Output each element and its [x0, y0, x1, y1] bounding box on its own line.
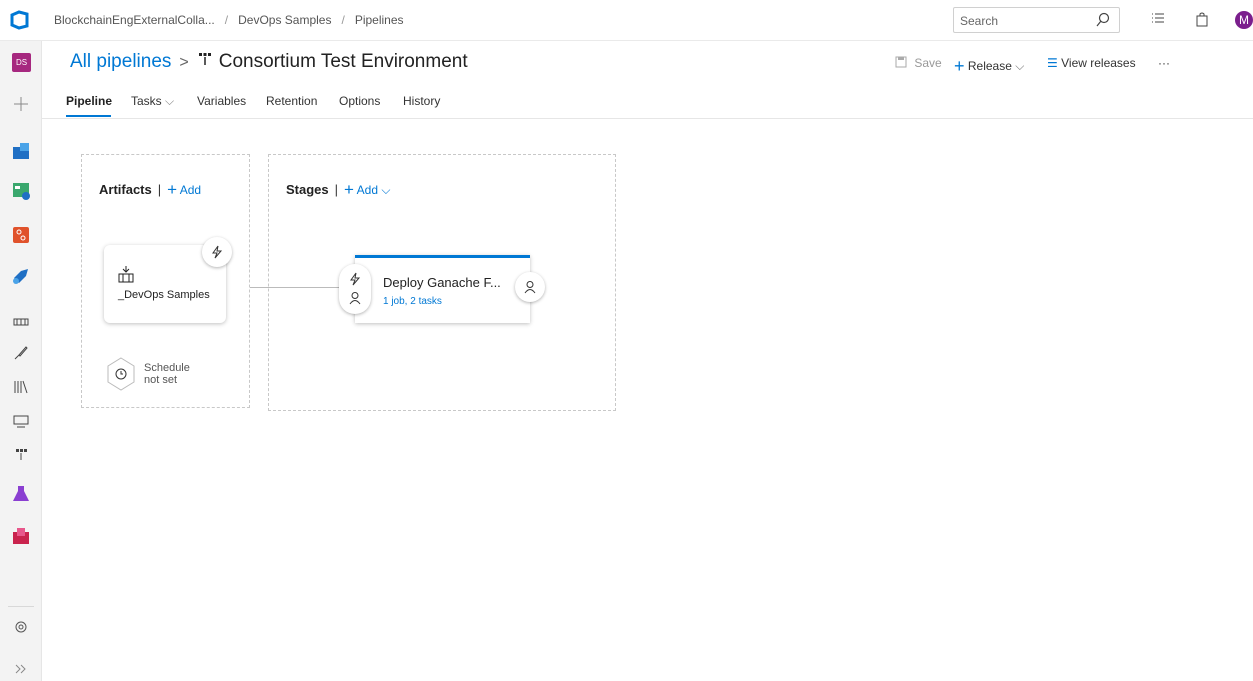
breadcrumb-pipelines[interactable]: Pipelines — [355, 13, 404, 27]
all-pipelines-link[interactable]: All pipelines — [70, 51, 171, 72]
avatar[interactable]: M — [1235, 11, 1253, 29]
overview-icon[interactable] — [11, 141, 31, 161]
save-button[interactable]: Save — [895, 56, 942, 70]
expand-icon[interactable] — [11, 659, 31, 679]
plus-icon: + — [954, 56, 965, 76]
settings-icon[interactable] — [11, 617, 31, 637]
page-title: All pipelines > Consortium Test Environme… — [70, 51, 468, 73]
more-actions-button[interactable]: ··· — [1158, 56, 1170, 70]
tab-variables[interactable]: Variables — [197, 94, 246, 108]
add-stage-label: Add — [356, 183, 378, 197]
build-artifact-icon — [118, 266, 134, 283]
add-icon[interactable] — [11, 94, 31, 114]
search-icon[interactable] — [1095, 12, 1111, 28]
tab-pipeline[interactable]: Pipeline — [66, 94, 112, 108]
deployment-groups-icon[interactable] — [11, 411, 31, 431]
schedule-label: Schedule not set — [144, 362, 190, 386]
release-button[interactable]: + Release ⌵ — [954, 56, 1024, 77]
pipelines-icon[interactable] — [11, 266, 31, 286]
plus-icon: + — [167, 180, 178, 199]
test-plans-icon[interactable] — [11, 484, 31, 504]
schedule-line1: Schedule — [144, 362, 190, 374]
chevron-down-icon: ⌵ — [1015, 59, 1025, 73]
tab-tasks-label: Tasks — [131, 94, 162, 108]
person-icon — [349, 292, 361, 305]
pre-deployment-conditions-button[interactable] — [339, 264, 371, 314]
save-icon — [895, 56, 907, 68]
artifacts-icon[interactable] — [11, 526, 31, 546]
releases-icon[interactable] — [11, 343, 31, 363]
builds-icon[interactable] — [11, 309, 31, 329]
notifications-list-icon[interactable] — [1150, 11, 1166, 27]
pipeline-name: Consortium Test Environment — [218, 51, 468, 72]
azure-devops-logo-icon[interactable] — [10, 10, 30, 30]
add-artifact-label: Add — [179, 183, 202, 197]
artifacts-title: Artifacts — [99, 182, 152, 197]
add-stage-button[interactable]: + Add ⌵ — [344, 180, 391, 199]
search-placeholder: Search — [960, 14, 999, 28]
schedule-line2: not set — [144, 374, 178, 386]
active-tab-indicator — [66, 115, 111, 117]
tab-retention[interactable]: Retention — [266, 94, 317, 108]
lightning-icon — [212, 245, 223, 259]
continuous-deployment-trigger-button[interactable] — [202, 237, 232, 267]
stage-job-summary[interactable]: 1 job, 2 tasks — [383, 296, 442, 307]
post-deployment-conditions-button[interactable] — [515, 272, 545, 302]
repos-icon[interactable] — [11, 225, 31, 245]
view-releases-label: View releases — [1061, 56, 1136, 70]
project-badge[interactable]: DS — [12, 53, 31, 72]
shopping-bag-icon[interactable] — [1194, 11, 1210, 27]
tab-history[interactable]: History — [403, 94, 440, 108]
save-label: Save — [914, 56, 942, 70]
chevron-down-icon: ⌵ — [381, 183, 391, 197]
artifacts-header: Artifacts | + Add — [99, 180, 202, 199]
view-releases-button[interactable]: ☰ View releases — [1047, 56, 1136, 70]
library-icon[interactable] — [11, 377, 31, 397]
tab-tasks[interactable]: Tasks ⌵ — [131, 94, 174, 109]
artifact-name: _DevOps Samples — [118, 289, 210, 301]
search-input[interactable]: Search — [953, 7, 1120, 33]
header-divider — [42, 118, 1253, 119]
release-pipeline-icon — [198, 53, 211, 65]
stages-header: Stages | + Add ⌵ — [286, 180, 391, 199]
list-icon: ☰ — [1047, 56, 1058, 70]
schedule-button[interactable] — [106, 357, 136, 391]
plus-icon: + — [344, 180, 354, 199]
breadcrumb-project[interactable]: DevOps Samples — [238, 13, 331, 27]
release-label: Release — [967, 59, 1012, 73]
add-artifact-button[interactable]: + Add — [167, 180, 202, 199]
boards-icon[interactable] — [11, 181, 31, 201]
rail-divider — [8, 606, 34, 607]
breadcrumb-org[interactable]: BlockchainEngExternalColla... — [54, 13, 215, 27]
breadcrumb-chevron: > — [179, 54, 189, 71]
person-icon — [524, 281, 536, 294]
stages-title: Stages — [286, 182, 329, 197]
task-groups-icon[interactable] — [11, 445, 31, 465]
breadcrumb: BlockchainEngExternalColla... / DevOps Sam… — [54, 13, 404, 27]
left-nav-rail: DS — [0, 41, 42, 681]
chevron-down-icon: ⌵ — [165, 94, 175, 108]
lightning-icon — [350, 272, 361, 286]
stage-name: Deploy Ganache F... — [383, 275, 501, 290]
top-bar: BlockchainEngExternalColla... / DevOps Sam… — [0, 0, 1253, 41]
stage-card[interactable]: Deploy Ganache F... 1 job, 2 tasks — [355, 255, 530, 323]
tab-options[interactable]: Options — [339, 94, 380, 108]
